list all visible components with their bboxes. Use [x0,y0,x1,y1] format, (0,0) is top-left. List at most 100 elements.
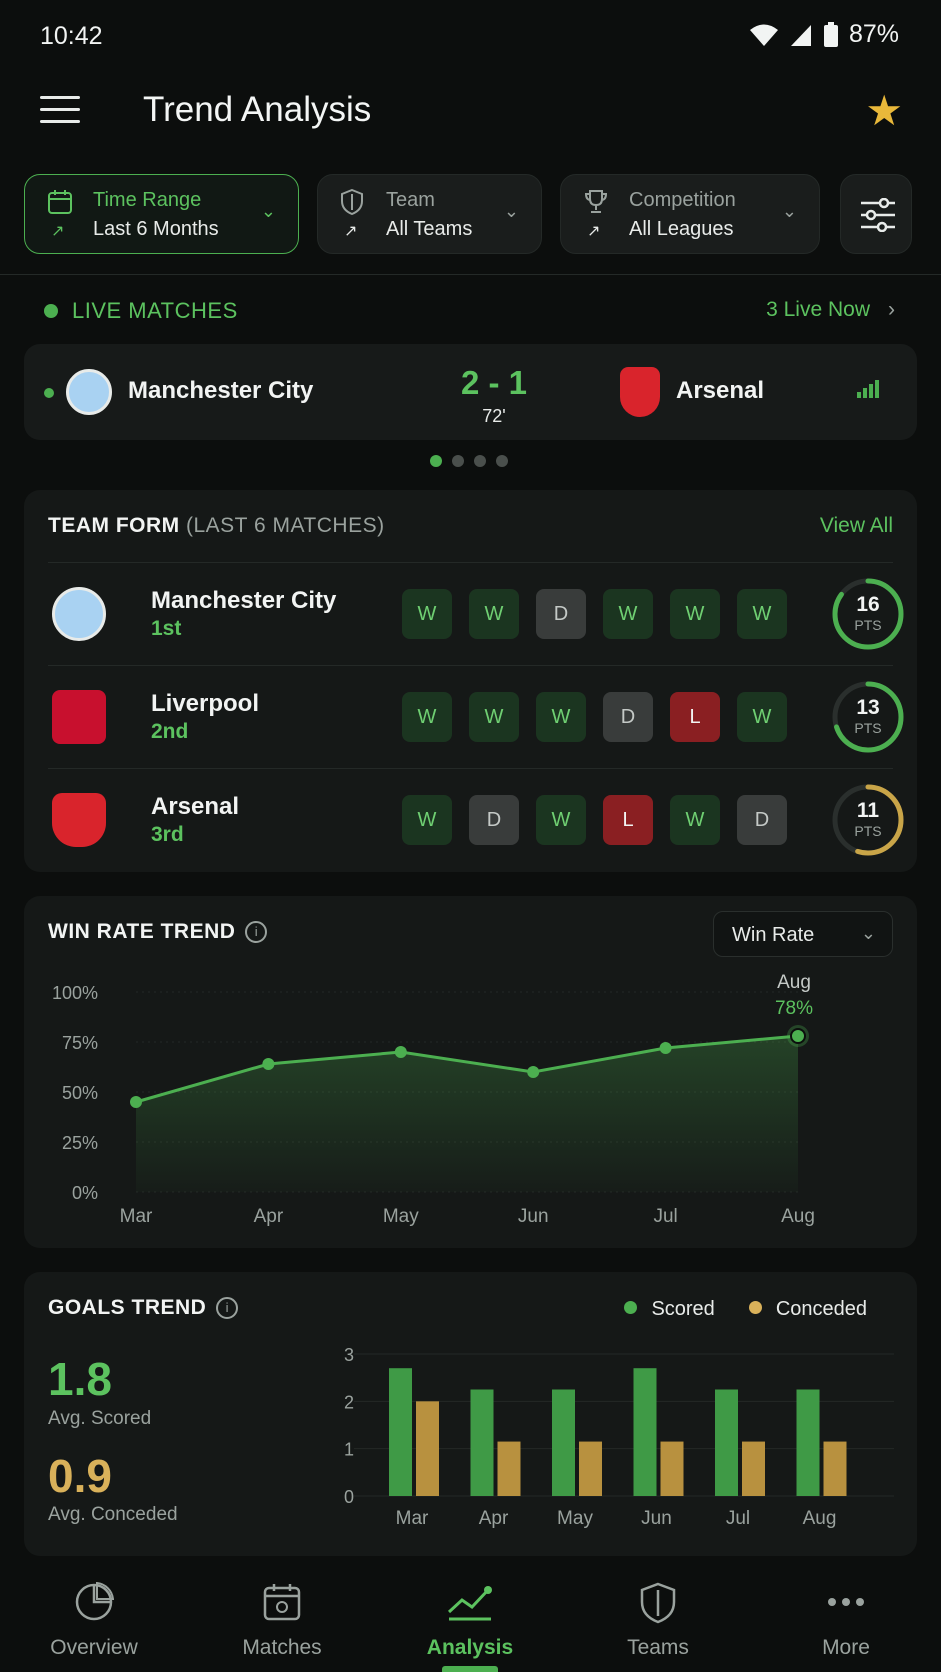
x-tick-label: Apr [254,1206,284,1227]
view-all-link[interactable]: View All [820,514,893,538]
form-result-badge: W [402,589,452,639]
team-form-row[interactable]: Liverpool 2nd W W W D L W 13 PTS [48,665,904,768]
form-result-badge: W [670,589,720,639]
bar-conceded[interactable] [660,1441,684,1496]
form-result-badge: W [536,692,586,742]
live-match-card[interactable]: Manchester City 2 - 1 72' Arsenal [24,344,917,440]
filter-label: Team [386,189,435,211]
filter-time-range[interactable]: ↗ Time Range Last 6 Months ⌄ [24,174,299,254]
points-value: 13 [856,696,880,719]
data-point[interactable] [130,1096,142,1108]
team-form-row[interactable]: Manchester City 1st W W D W W W 16 PTS [48,562,904,665]
home-team-name: Manchester City [128,377,314,404]
bar-scored[interactable] [552,1389,575,1497]
bar-scored[interactable] [796,1389,820,1497]
bar-scored[interactable] [470,1389,494,1497]
chevron-down-icon: ⌄ [781,201,797,221]
y-tick-label: 50% [62,1083,98,1103]
bar-conceded[interactable] [579,1441,602,1496]
x-tick-label: Jun [641,1508,672,1529]
data-point[interactable] [527,1066,540,1078]
nav-teams[interactable]: Teams [564,1566,752,1672]
form-result-badge: L [603,795,653,845]
data-point[interactable] [659,1042,672,1054]
bar-conceded[interactable] [497,1441,521,1496]
filter-value: All Leagues [629,218,734,240]
points-value: 11 [856,799,880,822]
live-now-link[interactable]: 3 Live Now › [766,298,895,322]
pager-dot[interactable] [430,455,442,467]
filter-team[interactable]: ↗ Team All Teams ⌄ [317,174,542,254]
match-minute: 72' [482,406,506,426]
chevron-down-icon: ⌄ [260,201,276,221]
status-bar: 10:42 87% [0,0,941,72]
match-score: 2 - 1 [460,364,528,401]
x-tick-label: Aug [781,1206,815,1227]
nav-label: Overview [50,1636,138,1659]
pager-dot[interactable] [474,455,486,467]
filter-competition[interactable]: ↗ Competition All Leagues ⌄ [560,174,820,254]
team-name: Arsenal [151,793,240,820]
live-matches-header: LIVE MATCHES 3 Live Now › [24,296,917,326]
menu-icon[interactable] [40,96,80,126]
y-tick-label: 2 [344,1392,354,1412]
form-result-badge: W [536,795,586,845]
nav-analysis[interactable]: Analysis [376,1566,564,1672]
chevron-right-icon: › [888,298,895,321]
bar-conceded[interactable] [823,1441,847,1496]
x-tick-label: Jul [726,1508,750,1529]
bar-conceded[interactable] [416,1401,439,1496]
team-form-title-text: TEAM FORM [48,514,180,537]
x-tick-label: May [557,1508,593,1529]
nav-active-indicator [442,1666,498,1672]
points-ring: 16 PTS [831,577,905,651]
bottom-nav: Overview Matches Analysis Teams More [0,1566,941,1672]
filter-bar: ↗ Time Range Last 6 Months ⌄ ↗ Team All … [24,174,917,254]
x-tick-label: Mar [396,1508,429,1529]
filter-value: Last 6 Months [93,218,219,240]
nav-more[interactable]: More [752,1566,940,1672]
form-result-badge: W [737,692,787,742]
status-time: 10:42 [40,22,103,50]
y-tick-label: 1 [344,1440,354,1460]
y-tick-label: 25% [62,1133,98,1153]
filter-settings-button[interactable] [840,174,912,254]
y-tick-label: 0 [344,1487,354,1507]
pager-dot[interactable] [496,455,508,467]
live-dot-icon [44,304,58,318]
live-dot-icon [44,388,54,398]
live-count: 3 Live Now [766,298,870,321]
battery-icon [823,21,838,47]
bar-scored[interactable] [633,1368,657,1496]
data-point[interactable] [262,1058,275,1070]
filter-label: Competition [629,189,736,211]
x-tick-label: Aug [803,1508,837,1529]
points-unit: PTS [854,720,882,736]
nav-overview[interactable]: Overview [0,1566,188,1672]
pager-dot[interactable] [452,455,464,467]
man-city-crest-icon [52,587,106,641]
form-result-badge: W [670,795,720,845]
nav-label: Matches [242,1636,322,1659]
pie-chart-icon [75,1582,114,1621]
form-result-badge: W [469,589,519,639]
stats-bars-icon [857,380,879,398]
battery-percent: 87% [848,20,899,48]
bar-scored[interactable] [389,1368,412,1496]
trophy-icon [584,190,608,213]
points-ring: 11 PTS [831,783,905,857]
team-form-title: TEAM FORM (LAST 6 MATCHES) [48,514,385,538]
data-point[interactable] [790,1028,806,1044]
carousel-pager[interactable] [430,455,508,467]
highlight-month-label: Aug [777,972,811,993]
data-point[interactable] [394,1046,407,1058]
liverpool-crest-icon [52,690,106,744]
bar-conceded[interactable] [742,1441,765,1496]
star-icon[interactable]: ★ [865,86,903,135]
nav-matches[interactable]: Matches [188,1566,376,1672]
win-rate-card: WIN RATE TREND i Win Rate ⌄ 0% 25% 50% 75% 10… [24,896,917,1248]
bar-scored[interactable] [715,1389,738,1497]
points-unit: PTS [854,617,882,633]
points-unit: PTS [854,823,882,839]
team-form-row[interactable]: Arsenal 3rd W D W L W D 11 PTS [48,768,904,871]
